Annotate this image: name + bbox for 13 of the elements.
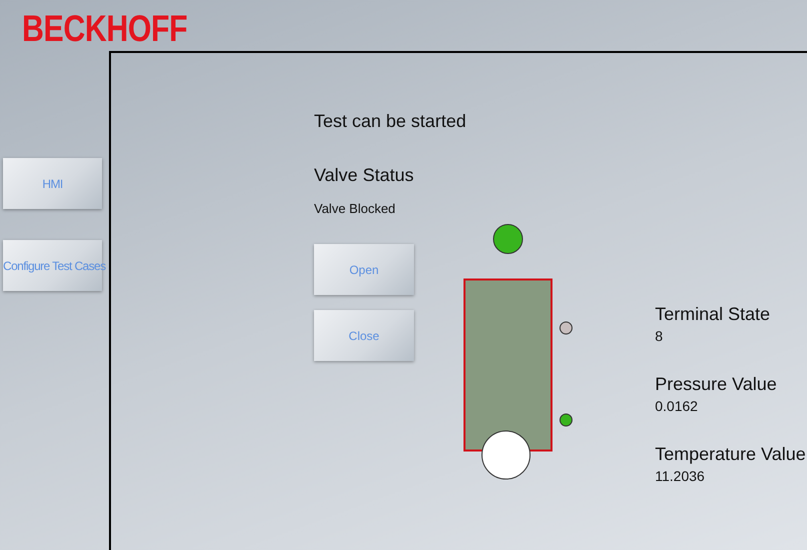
reading-value: 8 bbox=[655, 327, 664, 345]
reading-label: Terminal State bbox=[655, 303, 772, 325]
valve-state: Valve Blocked bbox=[314, 201, 396, 217]
status-message: Test can be started bbox=[314, 110, 466, 132]
reading-label: Pressure Value bbox=[655, 373, 778, 395]
nav-button[interactable]: HMI bbox=[3, 158, 102, 209]
reading-value: 0.0162 bbox=[655, 397, 699, 415]
logo: BECKHOFF bbox=[22, 13, 188, 45]
reading-label: Temperature Value bbox=[655, 443, 806, 465]
reading-value: 11.2036 bbox=[655, 467, 706, 485]
valve-button[interactable]: Close bbox=[314, 310, 414, 361]
valve-button[interactable]: Open bbox=[314, 244, 414, 295]
section-title: Valve Status bbox=[314, 164, 414, 186]
